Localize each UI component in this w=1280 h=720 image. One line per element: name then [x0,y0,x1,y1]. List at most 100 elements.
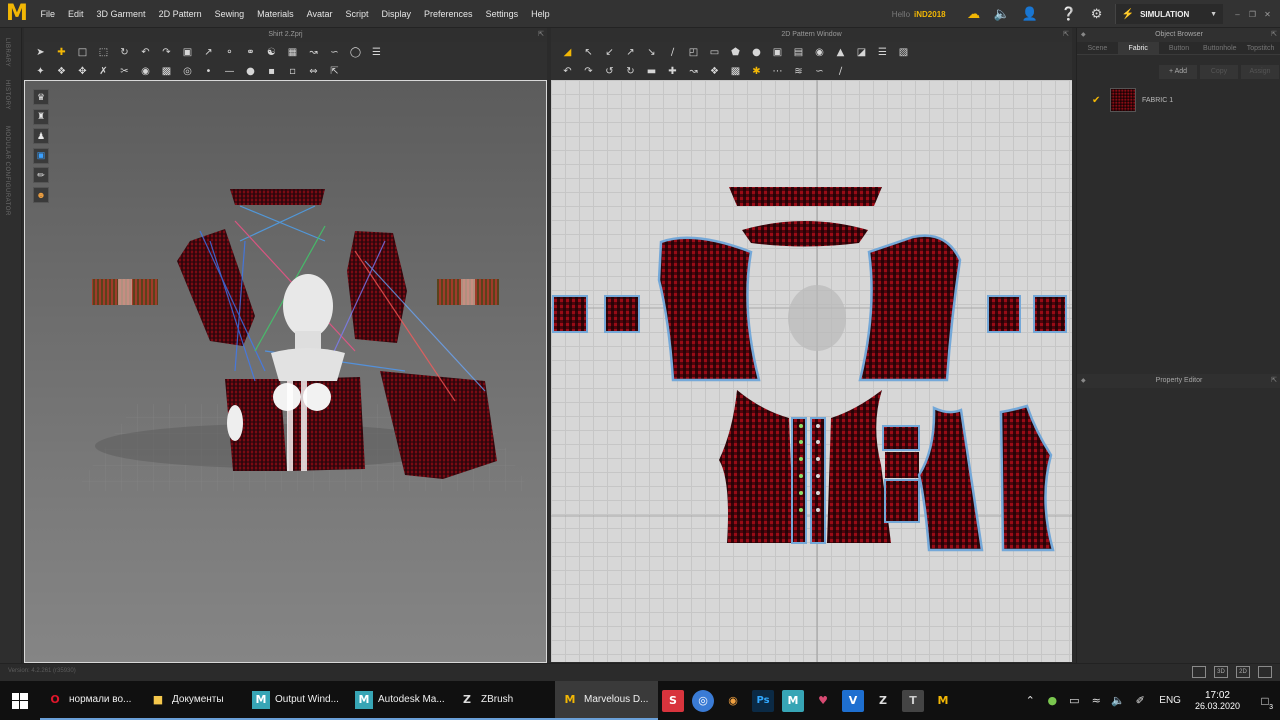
dart-icon[interactable]: ▲ [834,45,848,59]
menu-display[interactable]: Display [375,0,418,28]
garment-icon[interactable]: ☯ [265,45,279,59]
pocket-piece[interactable] [884,479,920,523]
eraser-icon[interactable]: ✏ [33,167,49,183]
menu-file[interactable]: File [34,0,62,28]
menu-help[interactable]: Help [525,0,557,28]
puckering-icon[interactable]: ✗ [97,64,111,78]
graphic-2d-icon[interactable]: ✱ [750,64,764,78]
resize-icon[interactable]: ⇱ [328,64,342,78]
point-icon[interactable]: • [202,64,216,78]
overlap-icon[interactable]: ∕ [834,64,848,78]
lasso-icon[interactable]: ◯ [349,45,363,59]
taskbar-pinned-photoshop[interactable]: Ps [748,681,778,720]
avatar-icon[interactable]: ✦ [34,64,48,78]
edit-curve-point-icon[interactable]: ↙ [603,45,617,59]
taskbar-pinned-heart-app[interactable]: ♥ [808,681,838,720]
taskbar-pinned-maya[interactable]: M [778,681,808,720]
user-icon[interactable]: 👤 [1019,0,1041,28]
fabric-icon[interactable]: ▣ [33,147,49,164]
viewport-3d[interactable]: ♛ ♜ ♟ ▣ ✏ ☻ [24,80,547,663]
add-point-icon[interactable]: ↘ [645,45,659,59]
tape-2d-icon[interactable]: ▬ [645,64,659,78]
tab-fabric[interactable]: Fabric [1117,42,1159,54]
gather-icon[interactable]: ≋ [792,64,806,78]
close-icon[interactable]: ✕ [1261,8,1274,21]
shirt-icon[interactable]: ♛ [33,89,49,105]
tack-icon[interactable]: ⚬ [223,45,237,59]
buttonhole-2d-icon[interactable]: ❖ [708,64,722,78]
box-select-icon[interactable]: □ [76,45,90,59]
segment-sew-icon[interactable]: ↶ [561,64,575,78]
back-left-piece[interactable] [917,406,984,552]
layout-2d-icon[interactable]: 2D [1236,666,1250,678]
fold-icon[interactable]: ↶ [139,45,153,59]
taskbar-opera[interactable]: O нормали во... [40,681,143,720]
cuff-piece-2[interactable] [604,295,640,333]
button-icon[interactable]: ◉ [139,64,153,78]
pocket-flap-piece[interactable] [882,425,920,451]
library-tab[interactable]: LIBRARY [4,38,10,67]
clock[interactable]: 17:02 26.03.2020 [1195,690,1240,711]
collar-stand-piece[interactable] [742,221,868,247]
taskbar-pinned-vray[interactable]: V [838,681,868,720]
language-indicator[interactable]: ENG [1159,695,1181,706]
multi-sew-icon[interactable]: ↺ [603,64,617,78]
expand-icon[interactable]: ⇱ [1063,28,1069,42]
menu-materials[interactable]: Materials [251,0,301,28]
taskbar-autodesk-maya[interactable]: M Autodesk Ma... [349,681,452,720]
tape-icon[interactable]: ↝ [307,45,321,59]
placket-left-piece[interactable] [791,417,807,544]
expand-icon[interactable]: ⇱ [538,28,544,42]
assign-fabric-button[interactable]: Assign [1241,65,1279,79]
sleeve-right-3d[interactable] [347,231,407,343]
expand-icon[interactable]: ⇱ [1271,374,1277,388]
cuff-piece-3[interactable] [987,295,1021,333]
rotate-icon[interactable]: ↻ [118,45,132,59]
modular-configurator-tab[interactable]: MODULAR CONFIGURATOR [4,126,10,216]
placket-right-piece[interactable] [810,417,826,544]
back-right-piece[interactable] [999,404,1055,552]
edit-point-icon[interactable]: ↖ [582,45,596,59]
layout-single-icon[interactable] [1192,666,1206,678]
stretch-icon[interactable]: ∽ [813,64,827,78]
measure-icon[interactable]: ↗ [202,45,216,59]
texture-2d-icon[interactable]: ▩ [729,64,743,78]
internal-rect-icon[interactable]: ▣ [771,45,785,59]
volume-icon[interactable]: 🔈 [1107,694,1129,707]
add-fabric-button[interactable]: + Add [1159,65,1197,79]
expand-icon[interactable]: ⇱ [1271,28,1277,42]
copy-fabric-button[interactable]: Copy [1200,65,1238,79]
edit-pattern-icon[interactable]: ◢ [561,45,575,59]
arrange-icon[interactable]: ☰ [370,45,384,59]
taskbar-pinned-topogun[interactable]: T [898,681,928,720]
cut-icon[interactable]: ✂ [118,64,132,78]
topstitch-icon[interactable]: ✚ [666,64,680,78]
front-left-piece[interactable] [719,390,794,543]
username[interactable]: iND2018 [914,10,946,19]
fabric-list-item[interactable]: ✔ FABRIC 1 [1077,86,1280,114]
pin-box-icon[interactable]: ▣ [181,45,195,59]
slash-icon[interactable]: ∕ [666,45,680,59]
rectangle-icon[interactable]: ▭ [708,45,722,59]
viewport-2d[interactable] [551,80,1072,662]
speaker-icon[interactable]: 🔈 [991,0,1013,28]
pen-icon[interactable]: ✐ [1129,694,1151,707]
tab-scene[interactable]: Scene [1077,42,1118,54]
avatar-front-icon[interactable]: ♟ [33,128,49,144]
windows-start-icon[interactable] [0,681,40,720]
taskbar-zbrush[interactable]: Z ZBrush [452,681,555,720]
internal-circle-icon[interactable]: ◉ [813,45,827,59]
move-icon[interactable]: ✚ [55,45,69,59]
taskbar-pinned-substance[interactable]: S [658,681,688,720]
transform-icon[interactable]: ⬚ [97,45,111,59]
line-icon[interactable]: — [223,64,237,78]
sleeve-right-piece[interactable] [858,234,962,382]
menu-avatar[interactable]: Avatar [300,0,339,28]
history-tab[interactable]: HISTORY [4,80,10,110]
taskbar-pinned-blender[interactable]: ◉ [718,681,748,720]
pin-icon[interactable]: ◆ [1081,28,1086,42]
taskbar-marvelous[interactable]: M Marvelous D... [555,681,658,720]
taskbar-pinned-marvelous[interactable]: M [928,681,958,720]
internal-polygon-icon[interactable]: ▤ [792,45,806,59]
pin-2d-icon[interactable]: ⋯ [771,64,785,78]
